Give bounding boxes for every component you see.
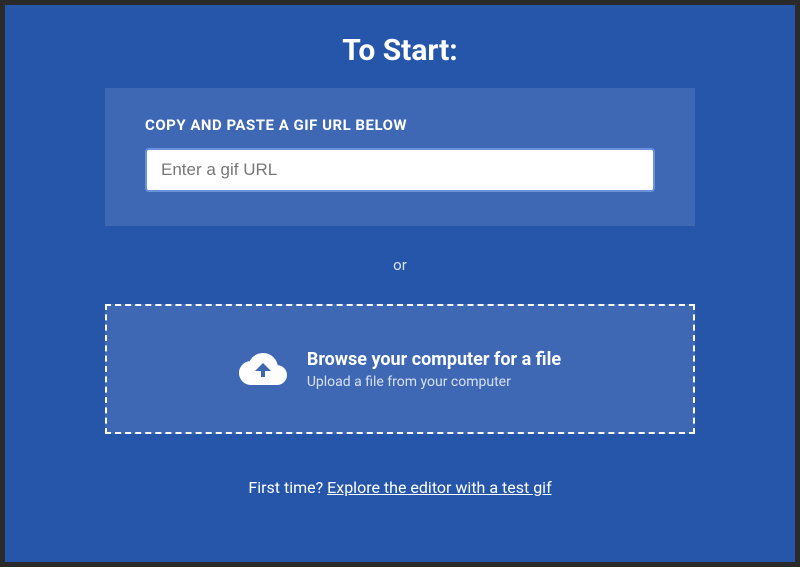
browse-file-button[interactable]: Browse your computer for a file Upload a… bbox=[105, 304, 695, 434]
cloud-upload-icon bbox=[239, 351, 287, 387]
url-input-label: COPY AND PASTE A GIF URL BELOW bbox=[145, 116, 655, 134]
explore-test-gif-link[interactable]: Explore the editor with a test gif bbox=[327, 478, 551, 497]
footer-prefix: First time? bbox=[248, 478, 327, 497]
browse-subtitle: Upload a file from your computer bbox=[307, 374, 511, 390]
footer: First time? Explore the editor with a te… bbox=[248, 478, 551, 497]
browse-title: Browse your computer for a file bbox=[307, 349, 561, 370]
browse-text-group: Browse your computer for a file Upload a… bbox=[307, 349, 561, 390]
or-separator: or bbox=[393, 256, 407, 274]
gif-url-input[interactable] bbox=[145, 148, 655, 192]
url-panel: COPY AND PASTE A GIF URL BELOW bbox=[105, 88, 695, 226]
page-title: To Start: bbox=[342, 33, 457, 68]
start-container: To Start: COPY AND PASTE A GIF URL BELOW… bbox=[5, 5, 795, 562]
